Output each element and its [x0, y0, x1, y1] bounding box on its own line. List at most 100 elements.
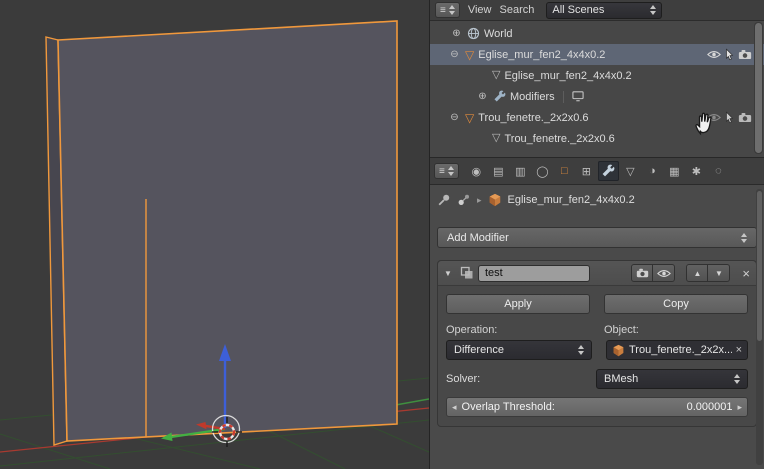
selectability-cursor-icon[interactable]	[725, 48, 734, 61]
mesh-data-icon: ▽	[492, 69, 501, 81]
mesh-data-icon: ▽	[492, 132, 501, 144]
particles-icon[interactable]: ✱	[686, 161, 707, 181]
object-data-icon[interactable]: ▽	[620, 161, 641, 181]
outliner-row-eglise-object[interactable]: ⊖ ▽ Eglise_mur_fen2_4x4x0.2	[430, 44, 764, 65]
delete-modifier-button[interactable]: ×	[742, 266, 750, 281]
operation-value: Difference	[454, 344, 504, 356]
overlap-threshold-label: Overlap Threshold:	[461, 401, 555, 413]
texture-icon[interactable]: ▦	[664, 161, 685, 181]
dropdown-arrows-icon	[578, 345, 584, 355]
expand-icon[interactable]: ⊕	[450, 28, 463, 39]
row-label: World	[484, 27, 513, 40]
outliner-menu-view[interactable]: View	[468, 4, 492, 16]
renderability-camera-icon[interactable]	[738, 112, 752, 123]
slider-right-icon[interactable]: ▸	[737, 402, 742, 413]
screen-icon[interactable]	[571, 91, 584, 102]
properties-scrollbar[interactable]	[756, 189, 763, 465]
overlap-threshold-slider[interactable]: ◂ Overlap Threshold: 0.000001 ▸	[446, 397, 748, 417]
apply-button[interactable]: Apply	[446, 294, 590, 314]
boolean-modifier-icon	[460, 266, 474, 280]
render-visibility-camera-icon[interactable]	[631, 264, 654, 282]
clear-object-icon[interactable]: ×	[736, 344, 742, 356]
visibility-eye-icon[interactable]	[707, 50, 721, 59]
row-label: Modifiers	[510, 90, 555, 103]
outliner-editor-icon: ≡	[440, 4, 446, 16]
outliner-row-eglise-meshdata[interactable]: ▽ Eglise_mur_fen2_4x4x0.2	[430, 65, 764, 86]
collapse-panel-icon[interactable]: ▼	[444, 269, 456, 278]
wall-mesh-object[interactable]	[45, 20, 398, 446]
modifiers-icon[interactable]	[597, 161, 619, 181]
collapse-icon[interactable]: ⊖	[448, 112, 461, 123]
object-label: Object:	[604, 324, 639, 336]
move-modifier-down-button[interactable]: ▼	[708, 264, 731, 282]
right-panel: ≡ View Search All Scenes ⊕ World ⊖ ▽ Egl…	[429, 0, 764, 469]
render-layers-icon[interactable]: ▤	[488, 161, 509, 181]
solver-value: BMesh	[604, 373, 639, 385]
operation-label: Operation:	[446, 324, 498, 336]
solver-dropdown[interactable]: BMesh	[596, 369, 748, 389]
pin-icon[interactable]	[437, 193, 451, 207]
row-label: Eglise_mur_fen2_4x4x0.2	[478, 48, 606, 61]
properties-editor-icon: ≡	[439, 165, 445, 177]
outliner-row-modifiers[interactable]: ⊕ Modifiers	[430, 86, 764, 107]
cube-icon	[612, 344, 625, 357]
material-icon[interactable]: ◑	[642, 161, 663, 181]
move-modifier-up-button[interactable]: ▲	[686, 264, 709, 282]
breadcrumb-arrow-icon: ▸	[477, 194, 482, 205]
object-value: Trou_fenetre._2x2x...	[629, 344, 732, 356]
expand-icon[interactable]: ⊕	[476, 91, 489, 102]
row-label: Trou_fenetre._2x2x0.6	[478, 111, 589, 124]
constraints-icon[interactable]: ⊞	[576, 161, 597, 181]
hand-cursor-icon	[692, 110, 719, 140]
divider	[562, 90, 564, 103]
outliner-menu-search[interactable]: Search	[500, 4, 535, 16]
modifier-name-input[interactable]: test	[478, 264, 590, 282]
render-icon[interactable]: ◉	[466, 161, 487, 181]
breadcrumb-object-name[interactable]: Eglise_mur_fen2_4x4x0.2	[508, 194, 635, 206]
outliner-row-world[interactable]: ⊕ World	[430, 23, 764, 44]
dropdown-arrows-icon	[650, 5, 657, 15]
3d-viewport[interactable]	[0, 0, 429, 469]
add-modifier-button[interactable]: Add Modifier	[437, 227, 757, 248]
display-mode-label: All Scenes	[552, 4, 605, 16]
row-label: Eglise_mur_fen2_4x4x0.2	[504, 69, 632, 82]
dropdown-arrows-icon	[741, 232, 747, 243]
editor-type-button[interactable]: ≡	[435, 2, 460, 18]
outliner-header: ≡ View Search All Scenes	[430, 0, 764, 21]
outliner-scrollbar[interactable]	[754, 22, 763, 154]
copy-button[interactable]: Copy	[604, 294, 748, 314]
world-data-icon	[467, 27, 480, 40]
object-icon[interactable]: □	[554, 161, 575, 181]
object-breadcrumb-icon[interactable]	[457, 193, 471, 207]
selectability-cursor-icon[interactable]	[725, 111, 734, 124]
viewport-visibility-eye-icon[interactable]	[653, 264, 676, 282]
properties-editor: ▸ Eglise_mur_fen2_4x4x0.2 Add Modifier ▼…	[430, 185, 764, 469]
breadcrumb: ▸ Eglise_mur_fen2_4x4x0.2	[437, 189, 757, 211]
collapse-icon[interactable]: ⊖	[448, 49, 461, 60]
editor-type-arrows-icon	[447, 166, 454, 176]
modifier-body: Apply Copy Operation: Object: Difference	[438, 286, 756, 426]
solver-label: Solver:	[446, 373, 481, 385]
scene-icon[interactable]: ▥	[510, 161, 531, 181]
cube-icon	[488, 193, 502, 207]
world-icon[interactable]: ◯	[532, 161, 553, 181]
add-modifier-label: Add Modifier	[447, 231, 509, 244]
renderability-camera-icon[interactable]	[738, 49, 752, 60]
dropdown-arrows-icon	[734, 374, 740, 384]
editor-type-arrows-icon	[448, 5, 455, 15]
editor-type-button[interactable]: ≡	[434, 163, 459, 179]
physics-icon[interactable]: ◌	[708, 161, 729, 181]
blender-window: ≡ View Search All Scenes ⊕ World ⊖ ▽ Egl…	[0, 0, 764, 469]
mesh-object-icon: ▽	[465, 110, 475, 125]
operation-dropdown[interactable]: Difference	[446, 340, 592, 360]
properties-header: ≡ ◉ ▤ ▥ ◯ □ ⊞ ▽ ◑ ▦ ✱ ◌	[430, 158, 764, 185]
modifier-header: ▼ test ▲ ▼ ×	[438, 261, 756, 286]
overlap-threshold-value: 0.000001	[686, 401, 733, 413]
slider-left-icon[interactable]: ◂	[452, 402, 457, 413]
boolean-modifier-panel: ▼ test ▲ ▼ × Apply Copy Operation: Objec…	[437, 260, 757, 427]
mesh-object-icon: ▽	[465, 47, 475, 62]
object-selector[interactable]: Trou_fenetre._2x2x... ×	[606, 340, 748, 360]
row-label: Trou_fenetre._2x2x0.6	[504, 132, 615, 145]
outliner-display-mode-dropdown[interactable]: All Scenes	[546, 1, 663, 19]
wrench-icon	[493, 90, 506, 103]
